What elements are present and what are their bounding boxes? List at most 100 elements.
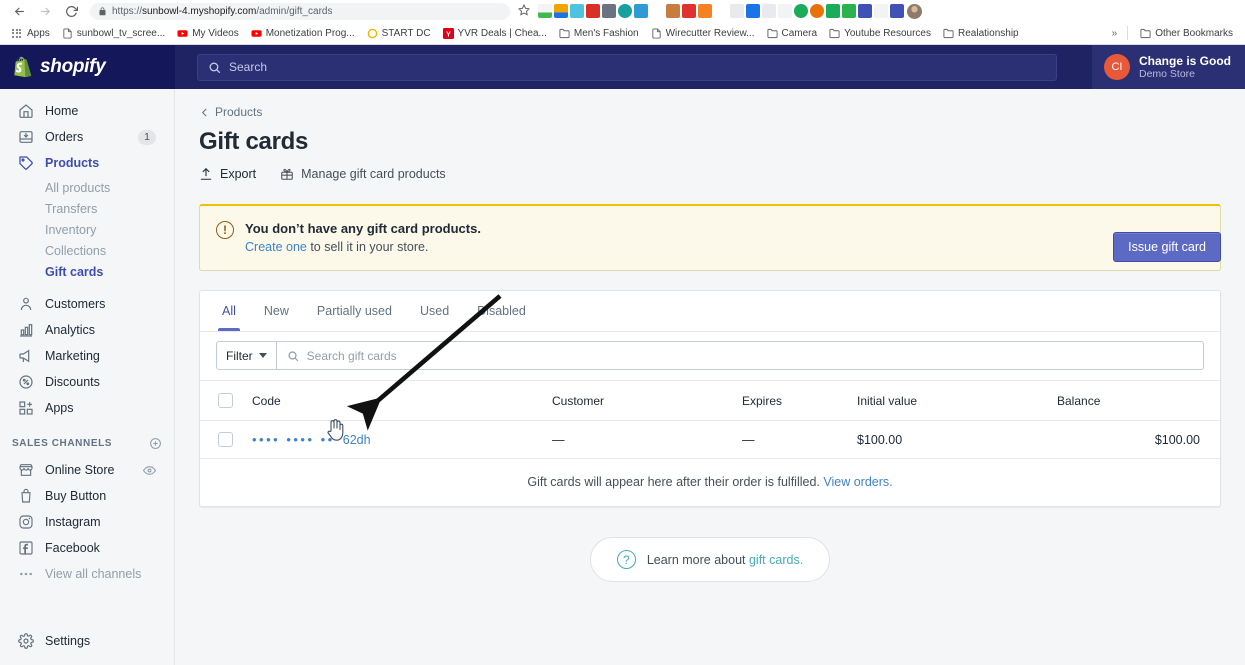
create-one-link[interactable]: Create one [245,240,307,254]
sidebar-item-settings[interactable]: Settings [6,629,168,653]
bookmark-label: Youtube Resources [844,27,931,39]
products-tag-icon [19,156,33,170]
sidebar-channel-buy-button[interactable]: Buy Button [6,484,168,508]
export-upload-icon [200,168,212,180]
tab-used[interactable]: Used [406,291,463,331]
row-checkbox[interactable] [218,432,233,447]
sidebar-channel-online-store[interactable]: Online Store [6,458,168,482]
sidebar-item-products[interactable]: Products [6,151,168,175]
tab-partially-used[interactable]: Partially used [303,291,406,331]
sidebar-item-discounts[interactable]: Discounts [6,370,168,394]
sidebar-item-customers[interactable]: Customers [6,292,168,316]
folder-icon [766,28,778,38]
account-menu[interactable]: CI Change is Good Demo Store [1091,45,1245,89]
sidebar-channel-label: Facebook [45,541,100,555]
sidebar-subitem-all-products[interactable]: All products [6,177,168,198]
view-orders-link[interactable]: View orders. [823,475,892,489]
extension-icon[interactable] [762,4,776,18]
other-bookmarks-button[interactable]: Other Bookmarks [1134,26,1239,41]
profile-avatar[interactable] [907,3,922,19]
sidebar-subitem-gift-cards[interactable]: Gift cards [6,261,168,282]
question-circle-icon: ? [616,550,636,569]
bookmark-item[interactable]: Wirecutter Review... [645,26,761,41]
extension-icon[interactable] [538,4,552,18]
reload-icon[interactable] [58,1,84,21]
gift-cards-card: All New Partially used Used Disabled Fil… [199,290,1221,507]
plus-circle-icon[interactable] [149,437,162,450]
tab-all[interactable]: All [208,291,250,331]
breadcrumb[interactable]: Products [199,105,262,119]
extension-icon[interactable] [650,4,664,18]
extension-icon[interactable] [714,4,728,18]
extension-icon[interactable] [554,4,568,18]
extension-icon[interactable] [618,4,632,18]
ellipsis-icon [20,572,32,576]
gift-cards-link[interactable]: gift cards. [749,553,803,567]
extension-icon[interactable] [698,4,712,18]
hand-pointer-cursor [327,419,344,441]
sidebar-item-orders[interactable]: Orders 1 [6,125,168,149]
extension-icon[interactable] [666,4,680,18]
export-button[interactable]: Export [199,167,256,181]
extension-icon[interactable] [778,4,792,18]
extension-icon[interactable] [826,4,840,18]
bookmark-item[interactable]: Y YVR Deals | Chea... [437,26,553,41]
bookmark-item[interactable]: Camera [761,26,824,41]
forward-arrow-icon[interactable] [32,1,58,21]
extension-icon[interactable] [874,4,888,18]
bookmarks-overflow-button[interactable]: » [1108,28,1122,39]
extension-icon[interactable] [634,4,648,18]
search-input[interactable]: Search [197,53,1057,81]
sidebar-item-apps[interactable]: Apps [6,396,168,420]
search-gift-cards-input[interactable]: Search gift cards [276,341,1204,370]
manage-gift-card-products-button[interactable]: Manage gift card products [280,167,446,181]
shopify-logo[interactable]: shopify [0,45,175,89]
bookmark-label: Wirecutter Review... [665,27,755,39]
sidebar-view-all-channels[interactable]: View all channels [6,562,168,586]
back-arrow-icon[interactable] [6,1,32,21]
filter-button[interactable]: Filter [216,341,277,370]
extension-icon[interactable] [890,4,904,18]
extension-icon[interactable] [730,4,744,18]
eye-icon[interactable] [143,464,156,477]
sidebar-subitem-label: Inventory [45,222,97,237]
extension-icon[interactable] [810,4,824,18]
extension-icon[interactable] [842,4,856,18]
tab-disabled[interactable]: Disabled [463,291,540,331]
extension-icon[interactable] [746,4,760,18]
bookmark-item[interactable]: Youtube Resources [823,26,937,41]
sidebar-item-marketing[interactable]: Marketing [6,344,168,368]
bookmark-item[interactable]: Monetization Prog... [245,26,361,41]
issue-gift-card-button[interactable]: Issue gift card [1113,232,1221,262]
extension-icon[interactable] [570,4,584,18]
sidebar-channel-instagram[interactable]: Instagram [6,510,168,534]
sidebar-item-analytics[interactable]: Analytics [6,318,168,342]
table-row[interactable]: •••• •••• •• 62dh — — $100.00 $100.00 [200,420,1220,458]
sidebar-subitem-collections[interactable]: Collections [6,240,168,261]
star-icon[interactable] [517,3,531,19]
bookmark-item[interactable]: My Videos [171,26,245,41]
tab-new[interactable]: New [250,291,303,331]
sidebar-item-home[interactable]: Home [6,99,168,123]
extension-icon[interactable] [586,4,600,18]
bookmark-item[interactable]: Realationship [937,26,1025,41]
sidebar-channel-facebook[interactable]: Facebook [6,536,168,560]
bookmark-item[interactable]: Men's Fashion [553,26,645,41]
alert-exclamation-icon: ! [216,221,234,239]
sidebar-subitem-inventory[interactable]: Inventory [6,219,168,240]
address-bar[interactable]: https://sunbowl-4.myshopify.com/admin/gi… [90,2,510,20]
extension-icon[interactable] [794,4,808,18]
page-actions: Export Manage gift card products [199,167,1221,181]
extension-icon[interactable] [602,4,616,18]
learn-more-pill[interactable]: ? Learn more about gift cards. [589,537,831,582]
extension-icon[interactable] [682,4,696,18]
sidebar-subitem-transfers[interactable]: Transfers [6,198,168,219]
cell-code[interactable]: •••• •••• •• 62dh [252,420,552,458]
bookmark-item[interactable]: sunbowl_tv_scree... [56,26,171,41]
warning-banner: ! You don’t have any gift card products.… [199,204,1221,271]
bookmark-apps[interactable]: Apps [6,26,56,41]
bookmark-label: Men's Fashion [573,27,639,39]
select-all-checkbox[interactable] [218,393,233,408]
bookmark-item[interactable]: START DC [361,26,437,41]
extension-icon[interactable] [858,4,872,18]
